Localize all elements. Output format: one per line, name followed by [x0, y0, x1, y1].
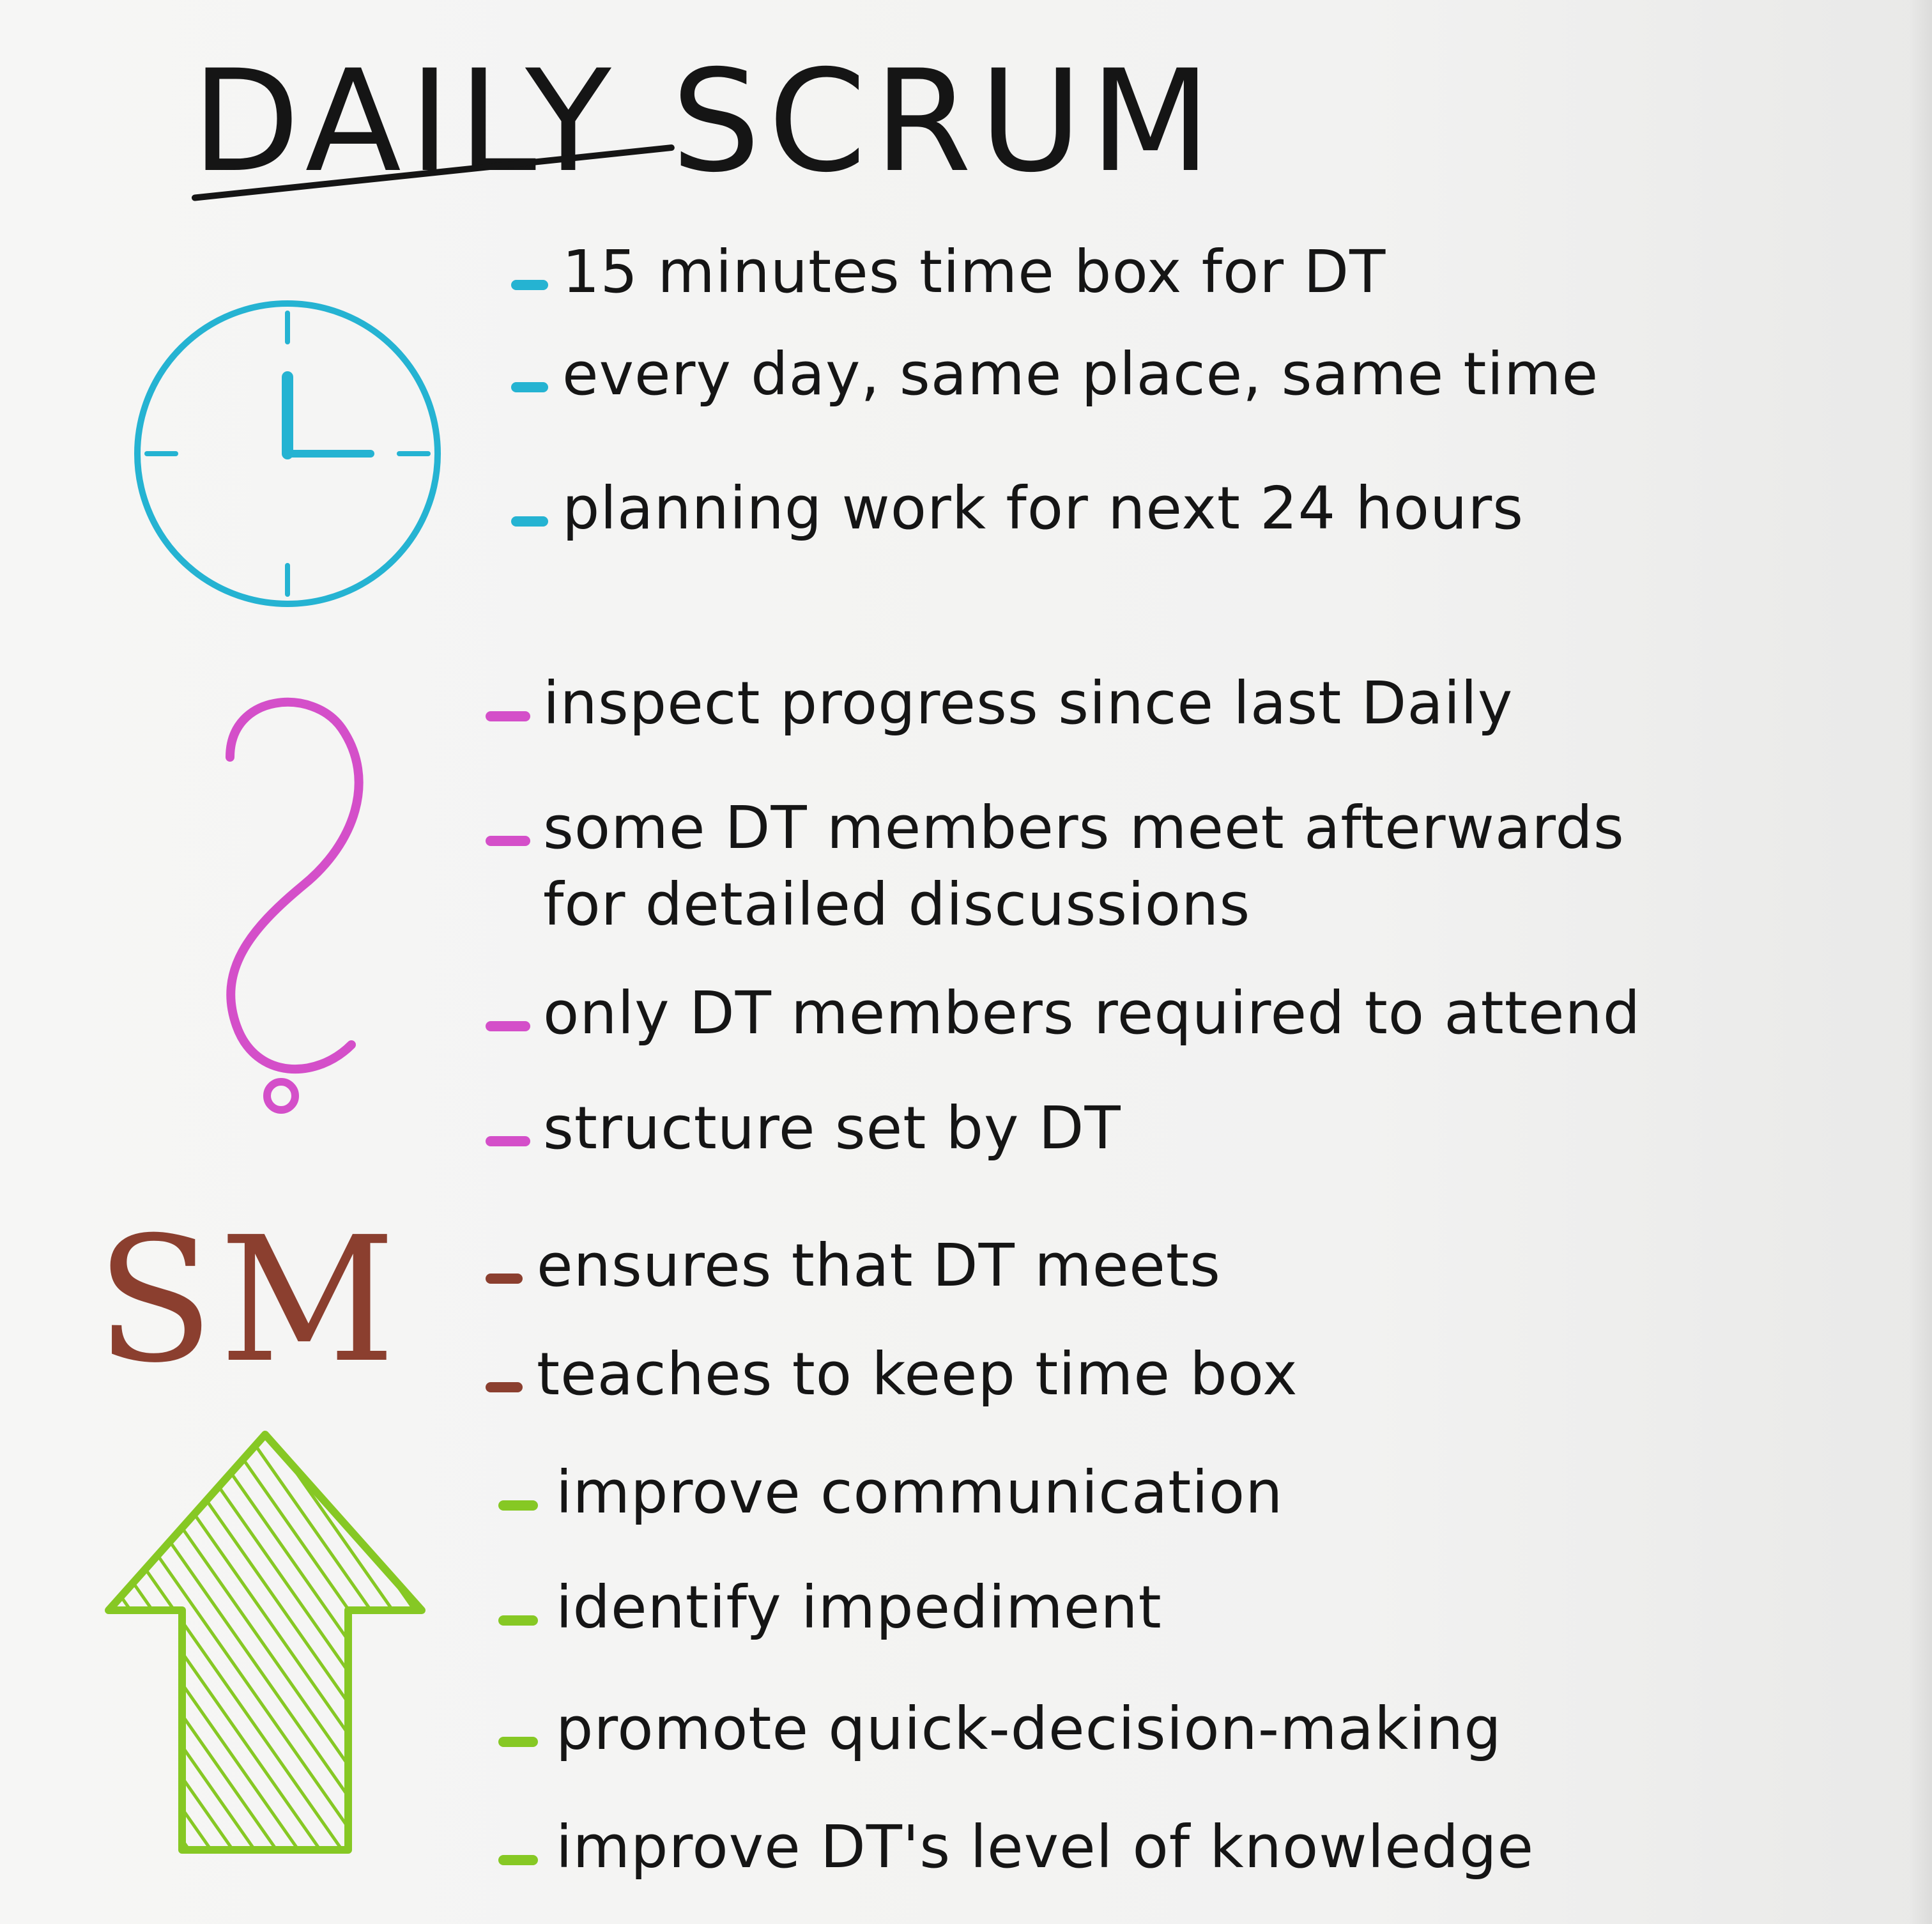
bullet-dash [486, 836, 530, 846]
sm-label: SM [96, 1199, 401, 1401]
up-arrow-icon [105, 1431, 425, 1854]
list-item-text: improve DT's level of knowledge [556, 1813, 1535, 1881]
list-item-text: some DT members meet afterwards [543, 794, 1625, 862]
board-right-shadow [1909, 0, 1932, 1924]
flipchart-board: DAILY SCRUM SM 15 minutes time box for D… [0, 0, 1932, 1924]
question-mark-icon [226, 698, 364, 1114]
bullet-dash [511, 516, 548, 527]
list-item-text: for detailed discussions [543, 870, 1251, 939]
bullet-dash [486, 1382, 523, 1392]
bullet-dash [511, 382, 548, 392]
bullet-dash [486, 1274, 523, 1284]
bullet-dash [486, 1136, 530, 1146]
list-item-text: every day, same place, same time [562, 340, 1599, 408]
list-item-text: ensures that DT meets [537, 1231, 1221, 1300]
list-item-text: promote quick-decision-making [556, 1695, 1502, 1763]
bullet-dash [511, 280, 548, 290]
list-item-text: inspect progress since last Daily [543, 669, 1514, 737]
bullet-dash [486, 711, 530, 721]
bullet-dash [498, 1855, 538, 1865]
list-item-text: structure set by DT [543, 1094, 1121, 1162]
list-item-text: identify impediment [556, 1573, 1162, 1642]
page-title: DAILY SCRUM [192, 40, 1219, 203]
clock-icon [134, 300, 441, 607]
bullet-dash [486, 1021, 530, 1031]
bullet-dash [498, 1500, 538, 1511]
list-item-text: only DT members required to attend [543, 979, 1641, 1047]
bullet-dash [498, 1737, 538, 1747]
list-item-text: improve communication [556, 1458, 1284, 1527]
list-item-text: 15 minutes time box for DT [562, 238, 1386, 306]
bullet-dash [498, 1615, 538, 1626]
list-item-text: teaches to keep time box [537, 1340, 1298, 1408]
list-item-text: planning work for next 24 hours [562, 474, 1524, 543]
